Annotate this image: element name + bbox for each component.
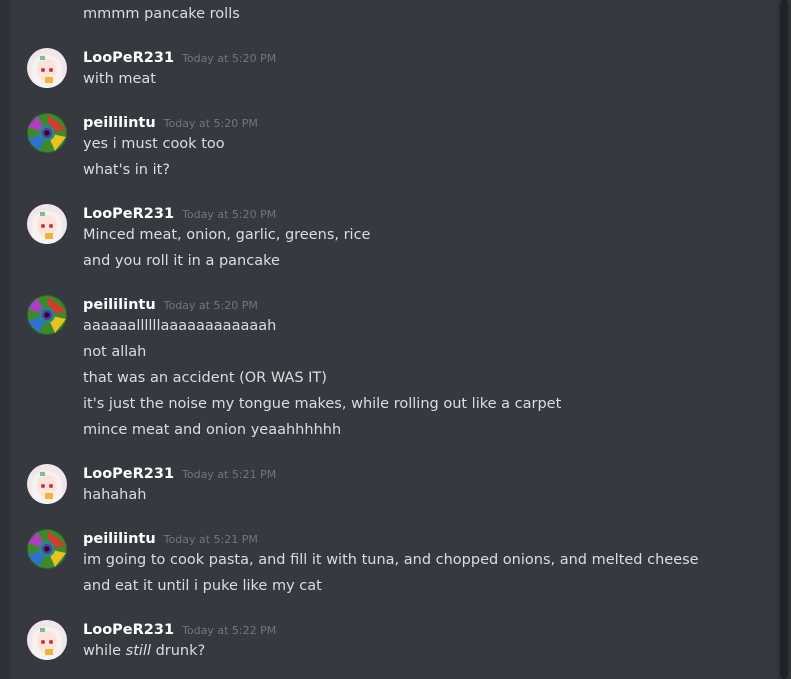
username[interactable]: LooPeR231 xyxy=(83,466,174,482)
message-text: and you roll it in a pancake xyxy=(83,253,280,269)
message-text: with meat xyxy=(83,71,156,87)
psychedelic-spiral-avatar[interactable] xyxy=(27,113,67,153)
anime-girl-avatar[interactable] xyxy=(27,204,67,244)
anime-girl-avatar[interactable] xyxy=(27,464,67,504)
message-text-part: while xyxy=(83,643,126,659)
message-header: LooPeR231 Today at 5:20 PM xyxy=(83,203,276,225)
message-header: LooPeR231 Today at 5:20 PM xyxy=(83,47,276,69)
timestamp: Today at 5:21 PM xyxy=(182,468,277,481)
message-header: peililintu Today at 5:20 PM xyxy=(83,294,258,316)
message-text-part: drunk? xyxy=(150,643,206,659)
message-text: mince meat and onion yeaahhhhhh xyxy=(83,422,342,438)
scrollbar-track[interactable] xyxy=(777,0,791,679)
timestamp: Today at 5:21 PM xyxy=(163,533,258,546)
message-text: yes i must cook too xyxy=(83,136,225,152)
anime-girl-avatar[interactable] xyxy=(27,48,67,88)
username[interactable]: peililintu xyxy=(83,115,156,131)
message-text: while still drunk? xyxy=(83,641,205,661)
message-text: not allah xyxy=(83,344,147,360)
username[interactable]: LooPeR231 xyxy=(83,622,174,638)
message-text: and eat it until i puke like my cat xyxy=(83,578,322,594)
message-header: peililintu Today at 5:21 PM xyxy=(83,528,258,550)
left-panel-edge xyxy=(0,0,11,679)
username[interactable]: peililintu xyxy=(83,531,156,547)
message-text: hahahah xyxy=(83,487,147,503)
message-header: LooPeR231 Today at 5:21 PM xyxy=(83,463,276,485)
timestamp: Today at 5:20 PM xyxy=(182,208,277,221)
message-list[interactable]: mmmm pancake rolls LooPeR231 Today at 5:2… xyxy=(11,0,777,679)
message-text: im going to cook pasta, and fill it with… xyxy=(83,552,699,568)
timestamp: Today at 5:20 PM xyxy=(163,117,258,130)
message-text: Minced meat, onion, garlic, greens, rice xyxy=(83,227,371,243)
psychedelic-spiral-avatar[interactable] xyxy=(27,295,67,335)
message-text: it's just the noise my tongue makes, whi… xyxy=(83,396,562,412)
message-text-emphasis: still xyxy=(125,643,151,659)
message-header: peililintu Today at 5:20 PM xyxy=(83,112,258,134)
message-text: what's in it? xyxy=(83,162,171,178)
timestamp: Today at 5:20 PM xyxy=(182,52,277,65)
psychedelic-spiral-avatar[interactable] xyxy=(27,529,67,569)
message-text: mmmm pancake rolls xyxy=(83,6,240,22)
scrollbar-thumb[interactable] xyxy=(780,0,788,679)
message-text: that was an accident (OR WAS IT) xyxy=(83,370,327,386)
username[interactable]: peililintu xyxy=(83,297,156,313)
username[interactable]: LooPeR231 xyxy=(83,206,174,222)
anime-girl-avatar[interactable] xyxy=(27,620,67,660)
timestamp: Today at 5:22 PM xyxy=(182,624,277,637)
message-header: LooPeR231 Today at 5:22 PM xyxy=(83,619,276,641)
timestamp: Today at 5:20 PM xyxy=(163,299,258,312)
message-text: aaaaaallllllaaaaaaaaaaaah xyxy=(83,318,277,334)
username[interactable]: LooPeR231 xyxy=(83,50,174,66)
